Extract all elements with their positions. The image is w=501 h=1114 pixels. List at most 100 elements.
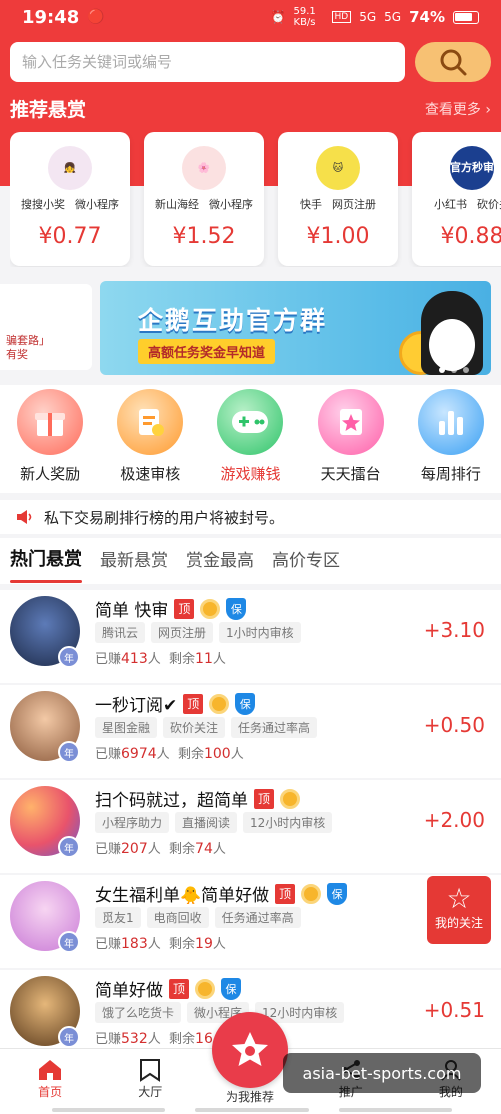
- top-badge: 顶: [169, 978, 189, 999]
- task-tag: 任务通过率高: [231, 717, 318, 738]
- bookmark-icon: [140, 1059, 161, 1082]
- top-badge: 顶: [275, 883, 296, 904]
- see-more-link[interactable]: 查看更多 ›: [425, 99, 491, 119]
- gift-icon: [17, 389, 84, 455]
- guarantee-badge: 保: [327, 882, 348, 905]
- year-badge: 年: [58, 836, 80, 858]
- card-tag: 新山海经: [155, 198, 199, 211]
- speaker-icon: [17, 510, 32, 524]
- search-input[interactable]: [10, 42, 405, 82]
- tab-highest-reward[interactable]: 赏金最高: [186, 546, 254, 577]
- task-tag: 星图金融: [95, 717, 158, 738]
- gamepad-icon: [217, 389, 284, 455]
- card-price: ¥1.52: [172, 224, 236, 249]
- gesture-bar: [52, 1108, 452, 1112]
- task-row[interactable]: 年 扫个码就过，超简单顶 小程序助力 直播阅读 12小时内审核 已赚207人 剩余7…: [0, 780, 501, 873]
- card-price: ¥0.77: [38, 224, 102, 249]
- task-title: 一秒订阅✔: [95, 696, 178, 716]
- nav-label: 首页: [38, 1085, 63, 1099]
- card-tag: 搜搜小奖: [21, 198, 65, 211]
- notification-icon: 🔴: [87, 9, 105, 25]
- task-tag: 砍价关注: [163, 717, 226, 738]
- card-price: ¥0.88: [440, 224, 501, 249]
- status-bar: 19:48 🔴 ⏰ 59.1 KB/s HD 5G 5G 74%: [0, 0, 501, 34]
- recommend-card[interactable]: 👧 搜搜小奖 微小程序 ¥0.77: [10, 132, 130, 266]
- search-button[interactable]: [415, 42, 491, 82]
- tab-hot[interactable]: 热门悬赏: [10, 545, 82, 583]
- year-badge: 年: [58, 931, 80, 953]
- card-tag: 快手: [300, 198, 322, 211]
- coin-icon: [301, 883, 322, 904]
- tab-latest[interactable]: 最新悬赏: [100, 546, 168, 577]
- prev-banner-fragment: 骗套路」 有奖: [0, 284, 92, 370]
- tab-premium[interactable]: 高价专区: [272, 546, 340, 577]
- top-badge: 顶: [254, 788, 274, 809]
- status-time: 19:48: [22, 6, 80, 28]
- year-badge: 年: [58, 741, 80, 763]
- recommend-cards: 👧 搜搜小奖 微小程序 ¥0.77 🌸 新山海经 微小程序 ¥1.52 🐱 快手 网页…: [10, 132, 501, 267]
- flag-star-icon: [317, 389, 384, 455]
- penguin-icon: [421, 291, 483, 375]
- my-follow-button[interactable]: ☆ 我的关注: [427, 876, 491, 944]
- recommend-card[interactable]: 官方秒审 小红书砍价关 ¥0.88: [412, 132, 501, 266]
- card-tag: 网页注册: [332, 198, 376, 211]
- card-tag: 砍价关: [477, 198, 501, 211]
- recommend-title: 推荐悬赏: [10, 99, 87, 121]
- task-price: +0.51: [423, 998, 485, 1022]
- top-badge: 顶: [183, 693, 204, 714]
- task-tag: 小程序助力: [95, 812, 170, 833]
- task-price: +2.00: [423, 808, 485, 832]
- coin-icon: [280, 788, 300, 809]
- entry-fast-review[interactable]: 极速审核: [105, 389, 195, 493]
- task-tag: 直播阅读: [175, 812, 238, 833]
- banner-carousel[interactable]: 骗套路」 有奖 企鹅互助官方群 高额任务奖金早知道: [0, 279, 501, 377]
- task-stats: 已赚413人 剩余11人: [95, 651, 226, 667]
- task-title: 简单 快审: [95, 601, 169, 621]
- guarantee-badge: 保: [226, 597, 247, 620]
- task-tag: 网页注册: [151, 622, 214, 643]
- star-icon: [232, 1032, 268, 1066]
- task-title: 女生福利单🐥简单好做: [95, 886, 270, 906]
- card-tag: 微小程序: [75, 198, 119, 211]
- notice-bar[interactable]: 私下交易刷排行榜的用户将被封号。: [0, 500, 501, 534]
- task-row[interactable]: 年 女生福利单🐥简单好做顶 保 觅友1 电商回收 任务通过率高 已赚183人 剩余19…: [0, 875, 501, 968]
- entry-newbie-reward[interactable]: 新人奖励: [5, 389, 95, 493]
- recommend-fab[interactable]: [212, 1012, 288, 1088]
- battery-level: 74%: [409, 8, 445, 26]
- signal-5g-icon: 5G: [359, 10, 377, 24]
- entry-label: 新人奖励: [20, 465, 81, 483]
- entry-label: 天天擂台: [320, 465, 381, 483]
- nav-home[interactable]: 首页: [0, 1049, 100, 1114]
- recommend-fab-label: 为我推荐: [225, 1090, 274, 1104]
- recommend-card[interactable]: 🐱 快手 网页注册 ¥1.00: [278, 132, 398, 266]
- task-stats: 已赚207人 剩余74人: [95, 841, 226, 857]
- coin-icon: [200, 598, 221, 619]
- card-avatar: 🐱: [316, 146, 360, 190]
- task-row[interactable]: 年 简单 快审顶 保 腾讯云 网页注册 1小时内审核 已赚413人 剩余11人 +3.…: [0, 590, 501, 683]
- home-icon: [39, 1060, 62, 1080]
- task-row[interactable]: 年 一秒订阅✔ 顶保 星图金融 砍价关注 任务通过率高 已赚6974人 剩余100人 …: [0, 685, 501, 778]
- top-badge: 顶: [174, 598, 195, 619]
- task-stats: 已赚6974人 剩余100人: [95, 746, 244, 762]
- entry-weekly-rank[interactable]: 每周排行: [406, 389, 496, 493]
- entry-daily-arena[interactable]: 天天擂台: [306, 389, 396, 493]
- banner-slide[interactable]: 企鹅互助官方群 高额任务奖金早知道: [100, 281, 491, 375]
- notice-text: 私下交易刷排行榜的用户将被封号。: [44, 508, 285, 527]
- alarm-icon: ⏰: [270, 10, 286, 24]
- entry-game-earn[interactable]: 游戏赚钱: [205, 389, 295, 493]
- task-tag: 12小时内审核: [243, 812, 333, 833]
- nav-label: 大厅: [138, 1085, 163, 1099]
- watermark: asia-bet-sports.com: [283, 1053, 481, 1093]
- task-tabs: 热门悬赏 最新悬赏 赏金最高 高价专区: [0, 538, 501, 584]
- card-price: ¥1.00: [306, 224, 370, 249]
- recommend-card[interactable]: 🌸 新山海经 微小程序 ¥1.52: [144, 132, 264, 266]
- task-tag: 电商回收: [146, 907, 209, 928]
- task-tag: 腾讯云: [95, 622, 146, 643]
- task-title: 扫个码就过，超简单: [95, 791, 248, 811]
- task-list: 年 简单 快审顶保 腾讯云 网页注册 1小时内审核 已赚413人 剩余11人 +3.…: [0, 590, 501, 1065]
- search-icon: [440, 49, 467, 76]
- carousel-dots: [439, 367, 469, 373]
- task-tag: 觅友1: [95, 907, 141, 928]
- nav-hall[interactable]: 大厅: [100, 1049, 200, 1114]
- task-title: 简单好做: [95, 981, 163, 1001]
